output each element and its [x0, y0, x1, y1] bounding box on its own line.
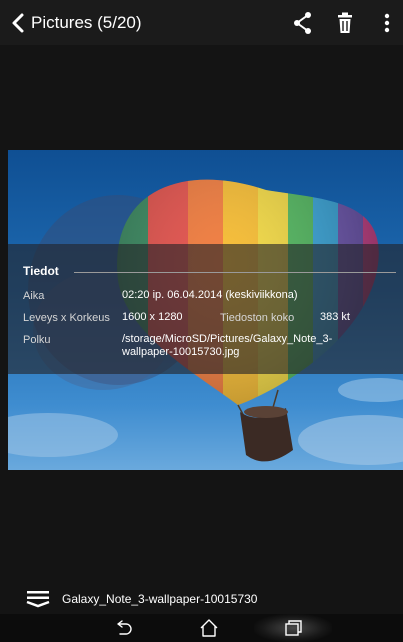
action-bar: Pictures (5/20): [0, 0, 403, 45]
path-label: Polku: [23, 334, 51, 346]
delete-icon[interactable]: [336, 10, 354, 36]
menu-icon[interactable]: [26, 588, 50, 608]
back-icon[interactable]: [9, 12, 27, 34]
file-name: Galaxy_Note_3-wallpaper-10015730: [62, 592, 258, 606]
time-value: 02:20 ip. 06.04.2014 (keskiviikkona): [122, 289, 298, 301]
dimensions-value: 1600 x 1280: [122, 311, 183, 323]
recent-apps-icon[interactable]: [283, 618, 303, 638]
back-nav-icon[interactable]: [114, 618, 134, 638]
path-value-line2: wallpaper-10015730.jpg: [122, 346, 240, 358]
filename-bar: Galaxy_Note_3-wallpaper-10015730: [0, 583, 403, 613]
time-label: Aika: [23, 290, 45, 302]
path-value-line1: /storage/MicroSD/Pictures/Galaxy_Note_3-: [122, 333, 333, 345]
home-icon[interactable]: [198, 617, 220, 639]
details-heading: Tiedot: [23, 264, 59, 278]
overflow-menu-icon[interactable]: [380, 10, 394, 36]
details-panel: Tiedot Aika 02:20 ip. 06.04.2014 (keskiv…: [8, 244, 403, 374]
file-size-label: Tiedoston koko: [220, 312, 295, 324]
share-icon[interactable]: [292, 10, 314, 36]
file-size-value: 383 kt: [320, 311, 350, 323]
dimensions-label: Leveys x Korkeus: [23, 312, 110, 324]
page-title: Pictures (5/20): [31, 13, 142, 32]
details-divider: [74, 272, 396, 273]
